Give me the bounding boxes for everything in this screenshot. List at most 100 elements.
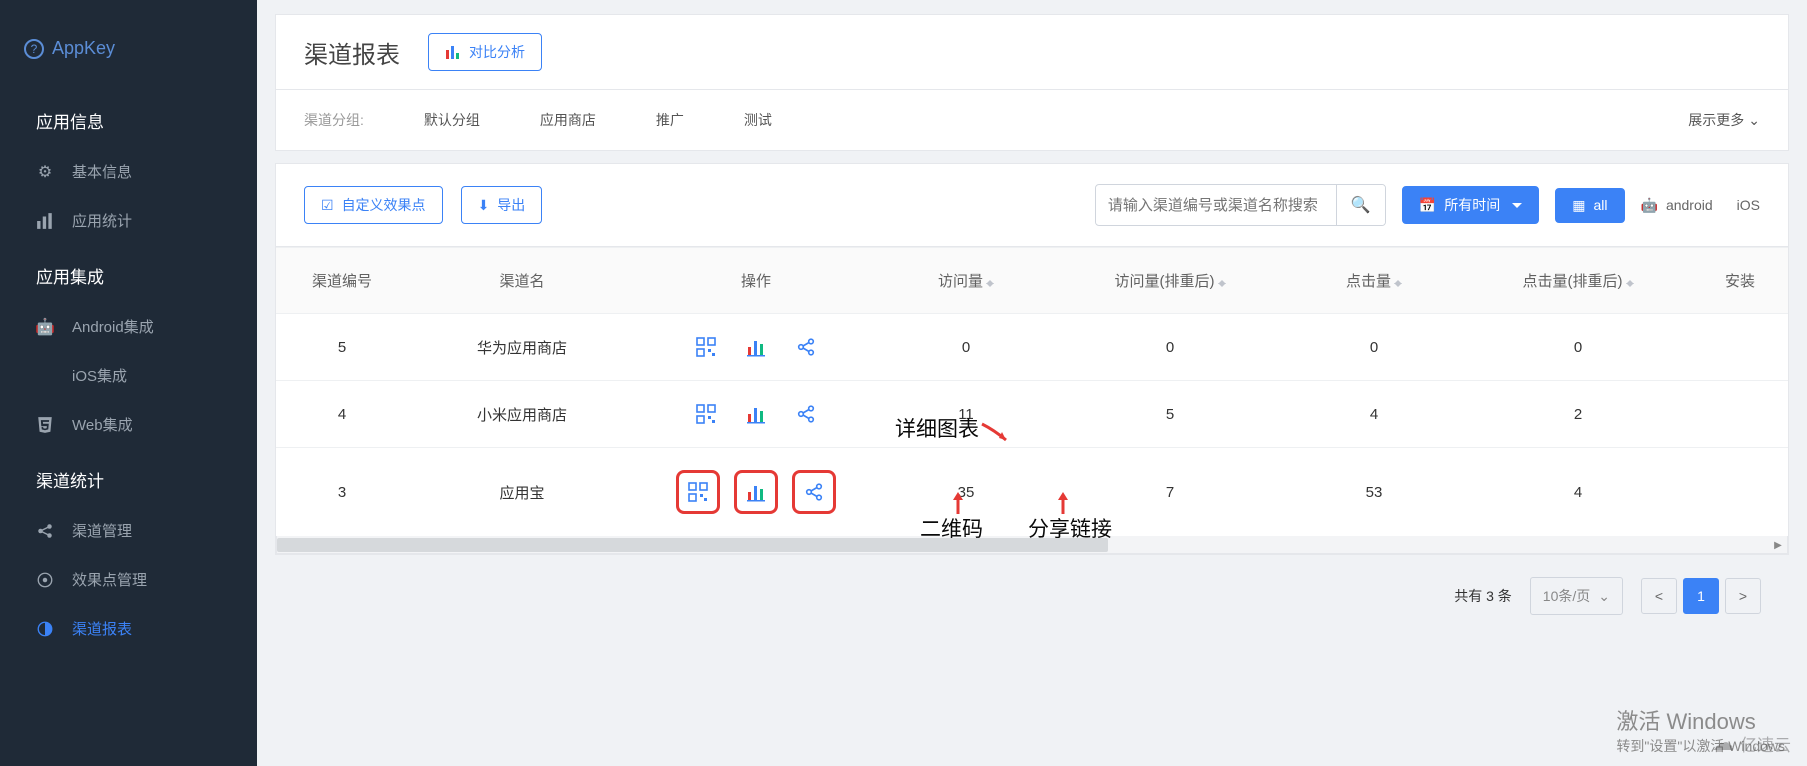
apple-icon — [36, 367, 54, 385]
compare-analysis-button[interactable]: 对比分析 — [428, 33, 542, 71]
cell-clicks: 0 — [1284, 314, 1464, 381]
time-range-button[interactable]: 📅 所有时间 — [1402, 186, 1539, 224]
share-link-icon[interactable] — [803, 481, 825, 503]
sidebar-item-channel-report[interactable]: 渠道报表 — [0, 604, 257, 653]
chevron-down-icon: ⌄ — [1598, 588, 1610, 605]
detail-chart-icon[interactable] — [745, 403, 767, 425]
sidebar-item-label: iOS集成 — [72, 365, 127, 386]
filter-label: 渠道分组: — [304, 110, 364, 130]
sidebar-item-android[interactable]: 🤖 Android集成 — [0, 302, 257, 351]
sidebar-item-web[interactable]: Web集成 — [0, 400, 257, 449]
sidebar-item-label: 效果点管理 — [72, 569, 147, 590]
search-input[interactable] — [1096, 187, 1336, 224]
cell-channel-id: 4 — [276, 381, 408, 448]
scroll-right-icon[interactable]: ▶ — [1769, 536, 1787, 554]
all-label: all — [1594, 197, 1608, 213]
col-visits-uniq[interactable]: 访问量(排重后) — [1056, 248, 1284, 314]
sidebar-item-label: Web集成 — [72, 414, 133, 435]
cell-clicks-uniq: 4 — [1464, 448, 1692, 537]
cell-visits-uniq: 0 — [1056, 314, 1284, 381]
table-card: 渠道编号 渠道名 操作 访问量 访问量(排重后) 点击量 点击量(排重后) 安装… — [275, 247, 1789, 555]
sidebar-item-effect-point[interactable]: 效果点管理 — [0, 555, 257, 604]
android-icon: 🤖 — [1641, 197, 1658, 214]
scrollbar-thumb[interactable] — [277, 538, 1108, 552]
pager: < 1 > — [1641, 578, 1761, 614]
chevron-down-icon: ⌄ — [1748, 112, 1760, 129]
show-more-label: 展示更多 — [1688, 110, 1744, 130]
pager-prev[interactable]: < — [1641, 578, 1677, 614]
table-row: 5华为应用商店 0000 — [276, 314, 1788, 381]
detail-chart-icon[interactable] — [745, 481, 767, 503]
platform-android[interactable]: 🤖 android — [1641, 197, 1713, 214]
filter-item-default[interactable]: 默认分组 — [424, 110, 480, 130]
col-channel-id[interactable]: 渠道编号 — [276, 248, 408, 314]
col-clicks-uniq[interactable]: 点击量(排重后) — [1464, 248, 1692, 314]
detail-chart-icon[interactable] — [745, 336, 767, 358]
sidebar-item-label: Android集成 — [72, 316, 154, 337]
table-header-row: 渠道编号 渠道名 操作 访问量 访问量(排重后) 点击量 点击量(排重后) 安装 — [276, 248, 1788, 314]
sidebar: ? AppKey 应用信息 ⚙ 基本信息 应用统计 应用集成 🤖 Android… — [0, 0, 257, 766]
share-link-icon[interactable] — [795, 403, 817, 425]
caret-down-icon — [1508, 197, 1522, 213]
col-clicks[interactable]: 点击量 — [1284, 248, 1464, 314]
horizontal-scrollbar[interactable]: ◀ ▶ — [276, 536, 1788, 554]
per-page-select[interactable]: 10条/页 ⌄ — [1530, 577, 1623, 615]
cell-visits-uniq: 5 — [1056, 381, 1284, 448]
time-range-label: 所有时间 — [1444, 195, 1500, 215]
share-nodes-icon — [36, 522, 54, 540]
sidebar-item-ios[interactable]: iOS集成 — [0, 351, 257, 400]
filter-item-promotion[interactable]: 推广 — [656, 110, 684, 130]
brand-watermark: ☁ 亿速云 — [1712, 730, 1791, 756]
android-icon: 🤖 — [36, 318, 54, 336]
page-header: 渠道报表 对比分析 — [275, 14, 1789, 90]
col-channel-name[interactable]: 渠道名 — [408, 248, 636, 314]
toolbar-right: 🔍 📅 所有时间 ▦ all 🤖 android iOS — [1095, 184, 1760, 226]
cell-clicks-uniq: 2 — [1464, 381, 1692, 448]
search-button[interactable]: 🔍 — [1336, 185, 1385, 225]
qr-code-icon[interactable] — [695, 403, 717, 425]
sidebar-item-channel-mgmt[interactable]: 渠道管理 — [0, 506, 257, 555]
appkey-row[interactable]: ? AppKey — [24, 38, 233, 59]
filter-item-appstore[interactable]: 应用商店 — [540, 110, 596, 130]
cell-channel-id: 5 — [276, 314, 408, 381]
share-link-icon[interactable] — [795, 336, 817, 358]
qr-code-icon[interactable] — [695, 336, 717, 358]
pager-next[interactable]: > — [1725, 578, 1761, 614]
custom-effect-point-button[interactable]: ☑ 自定义效果点 — [304, 186, 443, 224]
sidebar-item-app-stats[interactable]: 应用统计 — [0, 196, 257, 245]
cell-installs — [1692, 381, 1788, 448]
col-visits[interactable]: 访问量 — [876, 248, 1056, 314]
sidebar-item-label: 应用统计 — [72, 210, 132, 231]
checkbox-icon: ☑ — [321, 197, 334, 214]
col-installs[interactable]: 安装 — [1692, 248, 1788, 314]
qr-code-icon[interactable] — [687, 481, 709, 503]
cell-installs — [1692, 448, 1788, 537]
export-label: 导出 — [497, 195, 525, 215]
toolbar: ☑ 自定义效果点 ⬇ 导出 🔍 📅 所有时间 ▦ all — [275, 163, 1789, 247]
all-platforms-button[interactable]: ▦ all — [1555, 188, 1624, 223]
calendar-icon: 📅 — [1419, 197, 1436, 214]
main: 渠道报表 对比分析 渠道分组: 默认分组 应用商店 推广 测试 展示更多 ⌄ ☑… — [257, 0, 1807, 766]
filter-item-test[interactable]: 测试 — [744, 110, 772, 130]
help-icon[interactable]: ? — [24, 39, 44, 59]
pager-page-1[interactable]: 1 — [1683, 578, 1719, 614]
brand-name: 亿速云 — [1740, 731, 1791, 756]
cell-visits: 11 — [876, 381, 1056, 448]
cell-installs — [1692, 314, 1788, 381]
platform-ios[interactable]: iOS — [1729, 197, 1760, 213]
bars-icon — [36, 212, 54, 230]
sidebar-item-basic-info[interactable]: ⚙ 基本信息 — [0, 147, 257, 196]
cell-actions — [636, 314, 876, 381]
cell-visits: 0 — [876, 314, 1056, 381]
col-actions: 操作 — [636, 248, 876, 314]
target-icon — [36, 571, 54, 589]
show-more-button[interactable]: 展示更多 ⌄ — [1688, 110, 1760, 130]
html5-icon — [36, 416, 54, 434]
custom-effect-label: 自定义效果点 — [342, 195, 426, 215]
export-button[interactable]: ⬇ 导出 — [461, 186, 543, 224]
channel-table: 渠道编号 渠道名 操作 访问量 访问量(排重后) 点击量 点击量(排重后) 安装… — [276, 247, 1788, 536]
cell-channel-name: 应用宝 — [408, 448, 636, 537]
cell-visits-uniq: 7 — [1056, 448, 1284, 537]
page-title: 渠道报表 — [304, 35, 400, 70]
search-box: 🔍 — [1095, 184, 1386, 226]
